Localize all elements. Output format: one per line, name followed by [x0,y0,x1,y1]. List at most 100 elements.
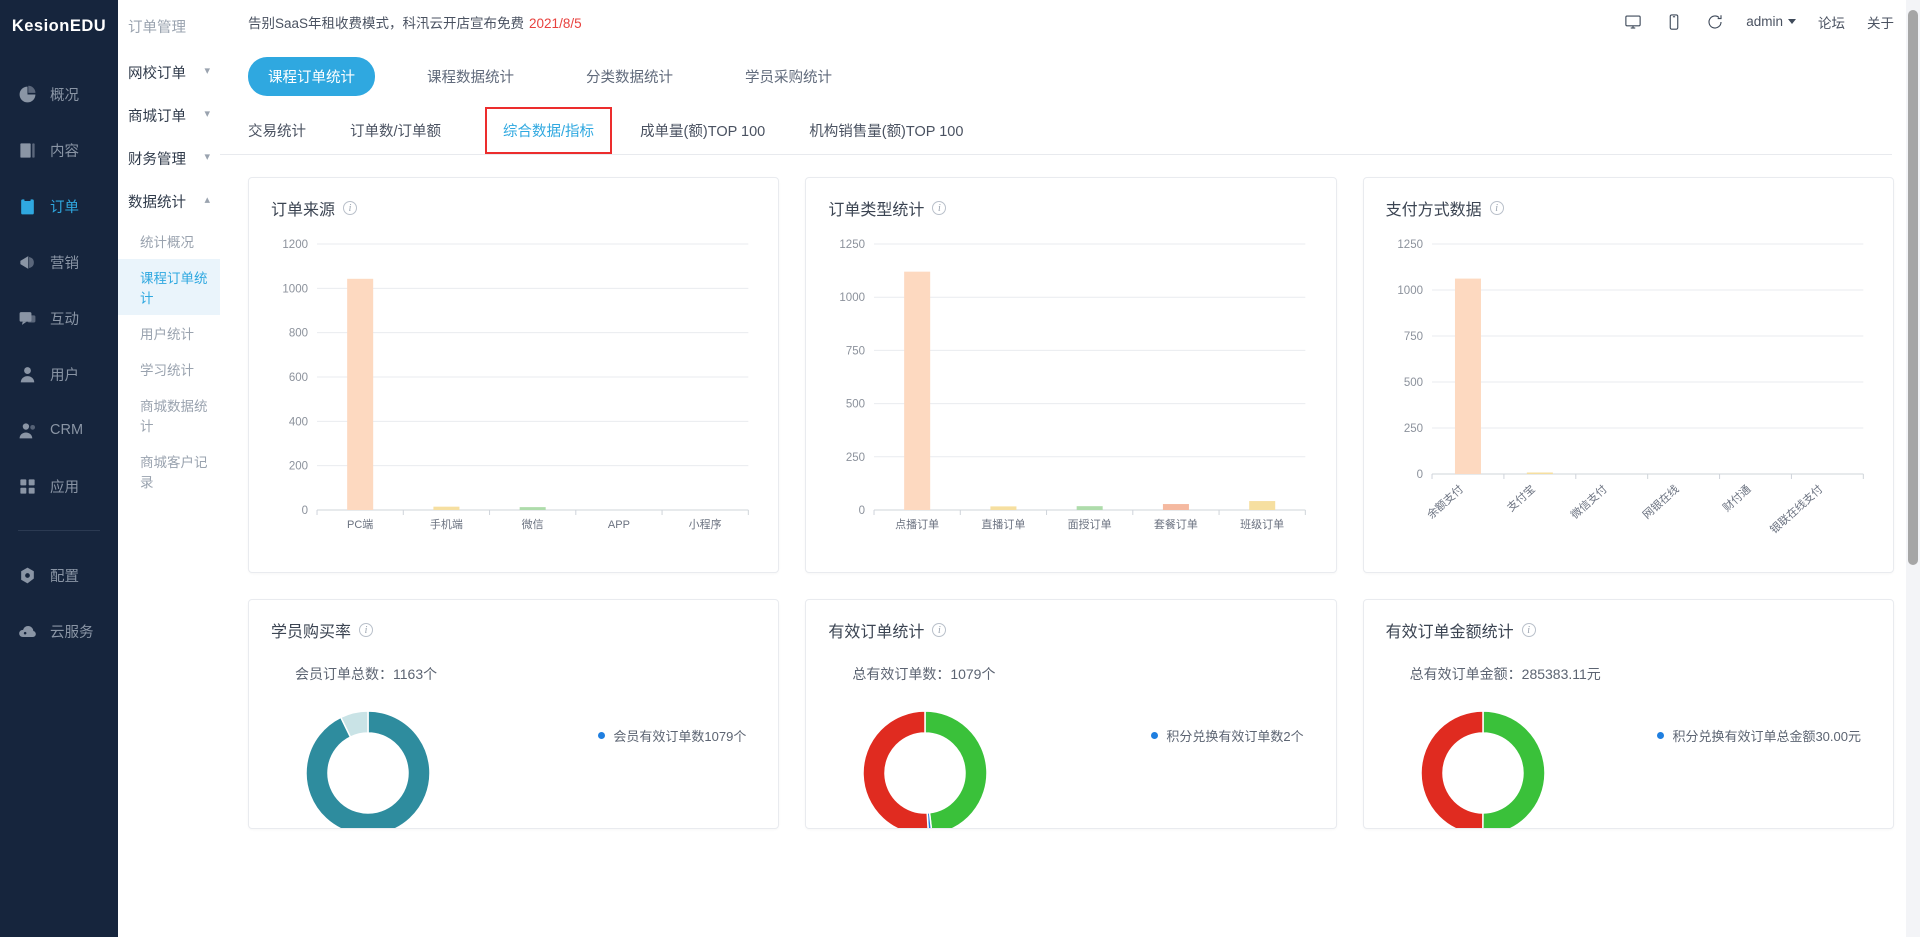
cards-container: 订单来源 i 0 200 400 600 800 1000 1200 PC端 手机端 微信 APP 小… [220,155,1920,829]
legend-item: 积分兑换有效订单数2个 [1151,726,1304,745]
svg-text:财付通: 财付通 [1719,482,1753,514]
about-link[interactable]: 关于 [1867,12,1894,32]
main-area: 告别SaaS年租收费模式，科汛云开店宣布免费 2021/8/5 admin 论坛 … [220,0,1920,937]
sidebar-item-config[interactable]: 配置 [0,547,118,603]
sidebar-item-label: 概况 [50,87,79,104]
subtab-top100-orders[interactable]: 成单量(额)TOP 100 [640,106,765,154]
sidebar-item-interaction[interactable]: 互动 [0,290,118,346]
tab-course-data-stats[interactable]: 课程数据统计 [407,57,534,96]
card-valid-order-amount-stats: 有效订单金额统计 i 总有效订单金额：285383.11元 积分兑换有效订单总金… [1362,599,1894,829]
legend-dot [1657,732,1665,739]
submenu-item-mall-data-stats[interactable]: 商城数据统计 [118,387,220,443]
subtab-comprehensive-data[interactable]: 综合数据/指标 [485,106,613,154]
submenu-item-course-order-stats[interactable]: 课程订单统计 [118,259,220,315]
sidebar-item-marketing[interactable]: 营销 [0,234,118,290]
card-payment-method: 支付方式数据 i 0 250 500 750 1000 1250 余额支付 支付宝 微信支付 网银… [1362,177,1894,573]
sidebar-item-users[interactable]: 用户 [0,346,118,402]
svg-text:面授订单: 面授订单 [1068,517,1112,531]
sidebar-item-label: 互动 [50,311,79,328]
svg-text:1000: 1000 [282,283,308,295]
svg-text:750: 750 [846,345,865,357]
tab-category-data-stats[interactable]: 分类数据统计 [566,57,693,96]
submenu-item-stat-overview[interactable]: 统计概况 [118,223,220,259]
card-title-text: 订单来源 [271,202,336,219]
card-title-text: 支付方式数据 [1385,202,1482,219]
legend-label: 积分兑换有效订单总金额30.00元 [1672,729,1861,744]
svg-text:APP: APP [608,519,630,531]
secondary-sidebar: 订单管理 网校订单 ▾ 商城订单 ▾ 财务管理 ▾ 数据统计 ▴ 统计概况 课程… [118,0,220,937]
card-title-text: 有效订单金额统计 [1385,624,1514,641]
info-icon[interactable]: i [1489,201,1504,215]
summary-text: 会员订单总数：1163个 [295,666,438,682]
sidebar-item-content[interactable]: 内容 [0,122,118,178]
mobile-icon[interactable] [1664,12,1683,31]
forum-link[interactable]: 论坛 [1818,12,1845,32]
chart-pie-icon [17,84,37,104]
tab-course-order-stats[interactable]: 课程订单统计 [248,57,375,96]
donut-area: 积分兑换有效订单总金额30.00元 [1386,698,1871,828]
info-icon[interactable]: i [359,623,374,637]
legend-item: 积分兑换有效订单总金额30.00元 [1657,726,1861,745]
info-icon[interactable]: i [1521,623,1536,637]
submenu-group-label: 商城订单 [128,109,186,125]
card-title: 订单来源 i [271,196,756,220]
brand-logo: KesionEDU [11,16,107,35]
sidebar-item-overview[interactable]: 概况 [0,66,118,122]
announcement[interactable]: 告别SaaS年租收费模式，科汛云开店宣布免费 2021/8/5 [248,12,582,32]
sidebar-divider [18,530,100,531]
bar-chart-order-source: 0 200 400 600 800 1000 1200 PC端 手机端 微信 APP 小程序 [271,228,756,558]
svg-text:点播订单: 点播订单 [895,517,939,531]
svg-text:0: 0 [859,505,865,517]
submenu-group-statistics[interactable]: 数据统计 ▴ [118,180,220,223]
svg-text:0: 0 [302,505,308,517]
info-icon[interactable]: i [932,201,947,215]
user-menu[interactable]: admin [1746,14,1796,29]
sidebar-item-label: 订单 [50,199,79,216]
card-title-text: 订单类型统计 [828,202,925,219]
sidebar-item-crm[interactable]: CRM [0,402,118,458]
legend: 积分兑换有效订单数2个 [1151,698,1313,755]
card-title: 有效订单金额统计 i [1386,618,1871,642]
donut-row: 学员购买率 i 会员订单总数：1163个 会员有效订单数1079个 有效订单统计… [248,599,1894,829]
svg-text:网银在线: 网银在线 [1639,482,1681,522]
card-title: 支付方式数据 i [1386,196,1871,220]
legend: 会员有效订单数1079个 [598,698,756,755]
submenu-item-study-stats[interactable]: 学习统计 [118,351,220,387]
user-icon [17,364,37,384]
summary-text: 总有效订单金额：285383.11元 [1409,666,1601,682]
svg-text:250: 250 [846,452,865,464]
submenu-item-mall-customer-records[interactable]: 商城客户记录 [118,443,220,499]
info-icon[interactable]: i [932,623,947,637]
sidebar-item-cloud[interactable]: 云服务 [0,603,118,659]
document-icon [17,140,37,160]
subtab-order-count-amount[interactable]: 订单数/订单额 [350,106,441,154]
topbar-actions: admin 论坛 关于 [1623,12,1894,32]
svg-text:微信: 微信 [522,517,544,531]
sidebar-item-orders[interactable]: 订单 [0,178,118,234]
bar-chart-payment-method: 0 250 500 750 1000 1250 余额支付 支付宝 微信支付 网银在线 财付通 银联在线… [1386,228,1871,558]
desktop-icon[interactable] [1623,12,1642,31]
submenu-group-mall-orders[interactable]: 商城订单 ▾ [118,94,220,137]
submenu-item-user-stats[interactable]: 用户统计 [118,315,220,351]
scrollbar-thumb[interactable] [1908,10,1918,565]
submenu-group-school-orders[interactable]: 网校订单 ▾ [118,51,220,94]
subtab-top100-institution-sales[interactable]: 机构销售量(额)TOP 100 [809,106,963,154]
svg-text:微信支付: 微信支付 [1567,482,1609,522]
sidebar-item-label: 应用 [50,479,79,496]
subtab-transaction-stats[interactable]: 交易统计 [248,106,306,154]
sub-tab-bar: 交易统计 订单数/订单额 综合数据/指标 成单量(额)TOP 100 机构销售量… [220,106,1892,155]
announcement-text: 告别SaaS年租收费模式，科汛云开店宣布免费 [248,15,525,31]
tab-student-purchase-stats[interactable]: 学员采购统计 [725,57,852,96]
primary-sidebar: KesionEDU 概况 内容 订单 营销 互动 用户 CRM 应用 配置 云服… [0,0,118,937]
sidebar-item-apps[interactable]: 应用 [0,458,118,514]
card-title: 订单类型统计 i [828,196,1313,220]
info-icon[interactable]: i [343,201,358,215]
legend-label: 积分兑换有效订单数2个 [1166,729,1304,744]
refresh-icon[interactable] [1705,12,1724,31]
chevron-down-icon: ▾ [204,65,210,77]
svg-text:直播订单: 直播订单 [982,517,1026,531]
submenu-group-finance[interactable]: 财务管理 ▾ [118,137,220,180]
chevron-up-icon: ▴ [204,194,210,206]
svg-text:800: 800 [289,328,308,340]
vertical-scrollbar[interactable] [1906,0,1920,937]
